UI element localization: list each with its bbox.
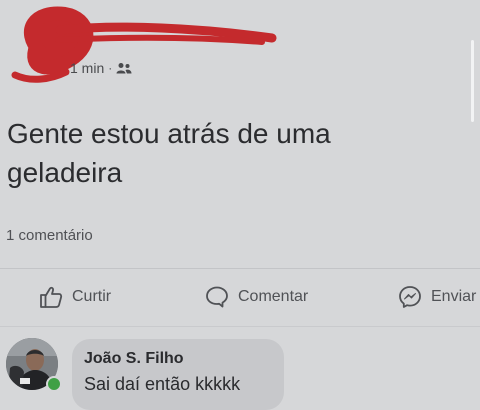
comment-label: Comentar <box>238 288 309 305</box>
action-bar: Curtir Comentar Enviar <box>0 278 480 316</box>
like-button[interactable]: Curtir <box>38 284 111 310</box>
send-button[interactable]: Enviar <box>397 284 476 310</box>
divider <box>0 326 480 327</box>
comment-button[interactable]: Comentar <box>204 284 308 310</box>
comment: João S. Filho Sai daí então kkkkk <box>0 334 480 410</box>
redaction-scribble <box>11 6 277 83</box>
post-text: Gente estou atrás de uma geladeira <box>7 118 331 188</box>
comment-bubble-icon <box>206 286 228 308</box>
comment-text: Sai daí então kkkkk <box>84 374 241 394</box>
post-meta: 1 min · <box>70 60 132 76</box>
post-header: 1 min · <box>0 0 480 100</box>
commenter-name[interactable]: João S. Filho <box>84 350 184 368</box>
thumbs-up-icon <box>40 286 63 308</box>
like-label: Curtir <box>72 288 112 305</box>
friends-icon[interactable] <box>116 62 132 74</box>
post-time[interactable]: 1 min <box>70 60 104 76</box>
online-status-dot <box>46 376 62 392</box>
scrollbar-thumb[interactable] <box>471 40 474 122</box>
divider <box>0 268 480 269</box>
meta-separator: · <box>108 61 113 75</box>
messenger-icon <box>399 286 421 308</box>
send-label: Enviar <box>431 288 477 305</box>
comment-count-link[interactable]: 1 comentário <box>6 227 93 244</box>
